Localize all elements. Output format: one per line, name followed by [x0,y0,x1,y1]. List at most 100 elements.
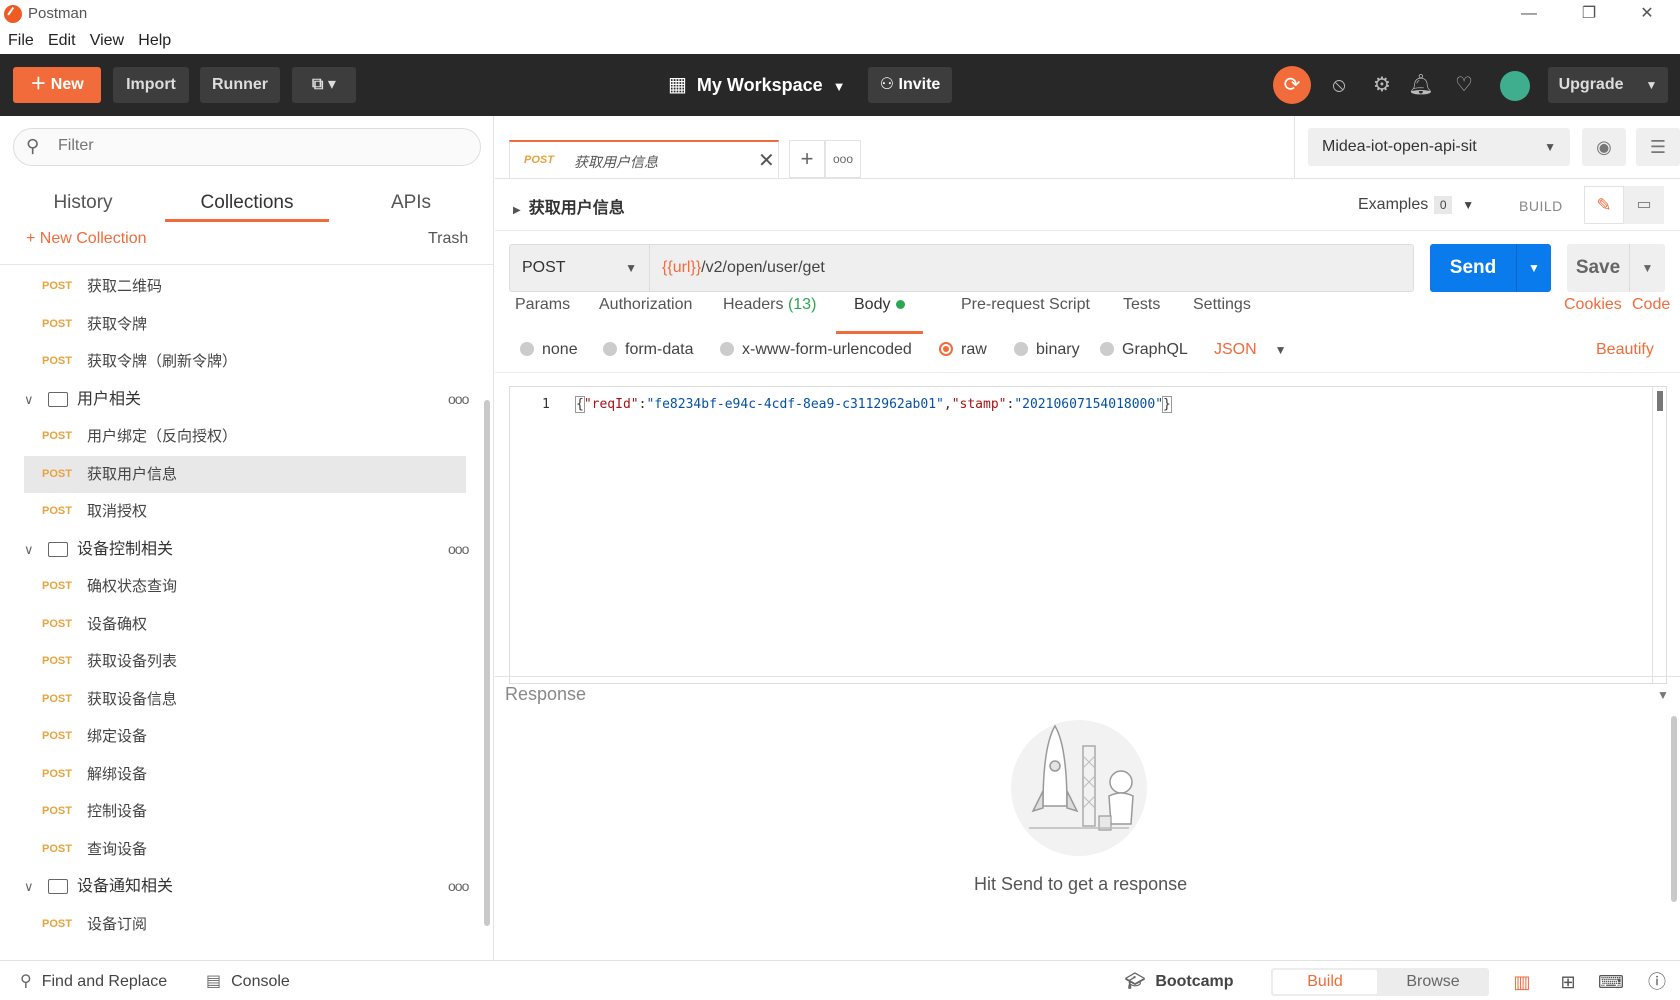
tab-body[interactable]: Body [836,296,924,334]
request-name: 解绑设备 [87,765,148,783]
folder-row[interactable]: ∨ 用户相关 ooo [0,381,480,419]
request-row[interactable]: POST 获取设备列表 [0,643,480,681]
body-editor[interactable]: 1 {"reqId":"fe8234bf-e94c-4cdf-8ea9-c311… [509,386,1667,684]
menu-view[interactable]: View [82,28,124,50]
save-options-chevron-icon[interactable]: ▼ [1629,244,1665,292]
upgrade-button[interactable]: Upgrade ▼ [1548,67,1668,103]
minimize-icon[interactable]: — [1506,2,1552,26]
body-mode-urlencoded[interactable]: x-www-form-urlencoded [720,341,912,359]
tab-tests[interactable]: Tests [1123,296,1160,332]
runner-button[interactable]: Runner [200,67,280,103]
manage-environments-icon[interactable]: ☰ [1636,128,1680,166]
request-row[interactable]: POST 获取设备信息 [0,681,480,719]
satellite-icon[interactable]: ⦸ [1323,67,1355,103]
body-mode-binary[interactable]: binary [1014,341,1080,359]
new-window-button[interactable]: ⧉ ▾ [292,67,356,103]
body-mode-graphql[interactable]: GraphQL [1100,341,1188,359]
tab-history[interactable]: History [28,184,138,222]
help-icon[interactable]: ⓘ [1643,969,1671,995]
layout-icon[interactable]: ⊞ [1554,969,1582,995]
tab-settings[interactable]: Settings [1193,296,1251,332]
environment-select[interactable]: Midea-iot-open-api-sit ▼ [1308,128,1570,166]
tab-collections[interactable]: Collections [165,184,329,222]
code-link[interactable]: Code [1632,296,1670,314]
settings-gear-icon[interactable]: ⚙ [1366,67,1398,103]
sync-icon[interactable]: ⟳ [1273,66,1311,104]
trash-link[interactable]: Trash [428,230,468,248]
request-row[interactable]: POST 获取二维码 [0,268,480,306]
send-options-chevron-icon[interactable]: ▼ [1516,244,1551,292]
browse-mode-button[interactable]: Browse [1379,970,1487,994]
editor-scrollbar[interactable] [1652,387,1667,683]
body-mode-form-data[interactable]: form-data [603,341,693,359]
filter-box: ⚲ [13,128,481,166]
request-row[interactable]: POST 确权状态查询 [0,568,480,606]
tab-params[interactable]: Params [515,296,570,332]
find-replace-button[interactable]: ⚲ Find and Replace [20,971,167,991]
add-tab-icon[interactable]: + [789,140,825,178]
request-row[interactable]: POST 获取用户信息 [24,455,466,493]
method-select[interactable]: POST ▼ [509,244,649,292]
build-mode-button[interactable]: Build [1273,970,1377,994]
edit-pencil-icon[interactable]: ✎ [1584,186,1624,224]
cookies-link[interactable]: Cookies [1564,296,1622,314]
new-button[interactable]: ＋ New [13,67,101,103]
avatar[interactable] [1500,71,1530,101]
new-collection-button[interactable]: + New Collection [26,230,147,248]
request-row[interactable]: POST 控制设备 [0,793,480,831]
body-mode-raw[interactable]: raw [939,341,987,359]
url-input[interactable]: {{url}}/v2/open/user/get [649,244,1414,292]
body-mode-none[interactable]: none [520,341,578,359]
request-row[interactable]: POST 获取令牌（刷新令牌） [0,343,480,381]
request-row[interactable]: POST 获取令牌 [0,306,480,344]
request-row[interactable]: POST 查询设备 [0,831,480,869]
menu-file[interactable]: File [0,28,34,50]
menu-edit[interactable]: Edit [40,28,76,50]
request-row[interactable]: POST 设备订阅 [0,906,480,944]
heart-icon[interactable]: ♡ [1448,67,1480,103]
tab-authorization[interactable]: Authorization [599,296,692,332]
comments-icon[interactable]: ▭ [1624,186,1664,224]
bootcamp-button[interactable]: 🎓︎ Bootcamp [1125,971,1234,991]
sidebar-scrollbar[interactable] [484,400,490,926]
tab-apis[interactable]: APIs [356,184,466,222]
request-row[interactable]: POST 设备确权 [0,606,480,644]
keyboard-shortcuts-icon[interactable]: ⌨ [1597,969,1625,995]
folder-more-icon[interactable]: ooo [448,381,469,419]
more-tabs-icon[interactable]: ooo [825,140,861,178]
console-button[interactable]: ▤ Console [206,971,290,991]
save-button[interactable]: Save [1567,244,1629,292]
request-row[interactable]: POST 绑定设备 [0,718,480,756]
response-scrollbar[interactable] [1671,716,1677,902]
request-tab[interactable]: POST 获取用户信息 ✕ [509,140,779,178]
close-window-icon[interactable]: ✕ [1624,2,1670,26]
filter-input[interactable] [58,137,458,155]
chevron-down-icon: ▼ [832,79,846,94]
folder-row[interactable]: ∨ 设备控制相关 ooo [0,531,480,569]
two-pane-view-icon[interactable]: ▥ [1508,969,1536,995]
notifications-bell-icon[interactable]: 🔔︎ [1405,67,1437,103]
body-format-select[interactable]: JSON ▼ [1214,341,1287,359]
tab-prerequest-script[interactable]: Pre-request Script [961,296,1090,332]
invite-button[interactable]: ⚇ Invite [868,67,952,103]
tab-headers[interactable]: Headers (13) [723,296,816,332]
import-button[interactable]: Import [113,67,189,103]
folder-more-icon[interactable]: ooo [448,868,469,906]
workspace-selector[interactable]: ▦ My Workspace ▼ [668,67,846,103]
divider [495,178,1680,179]
request-row[interactable]: POST 用户绑定（反向授权） [0,418,480,456]
request-row[interactable]: POST 解绑设备 [0,756,480,794]
folder-row[interactable]: ∨ 设备通知相关 ooo [0,868,480,906]
examples-dropdown[interactable]: Examples 0 ▼ [1358,196,1474,214]
environment-quick-look-icon[interactable]: ◉ [1582,128,1626,166]
maximize-icon[interactable]: ❐ [1566,2,1612,26]
menu-help[interactable]: Help [130,28,171,50]
send-button[interactable]: Send [1430,244,1516,292]
body-code[interactable]: {"reqId":"fe8234bf-e94c-4cdf-8ea9-c31129… [575,396,1172,413]
close-tab-icon[interactable]: ✕ [758,148,775,173]
beautify-link[interactable]: Beautify [1596,341,1654,359]
response-collapse-chevron-icon[interactable]: ▼ [1657,688,1669,702]
request-row[interactable]: POST 取消授权 [0,493,480,531]
folder-more-icon[interactable]: ooo [448,531,469,569]
request-title[interactable]: ▶ 获取用户信息 [513,194,625,218]
